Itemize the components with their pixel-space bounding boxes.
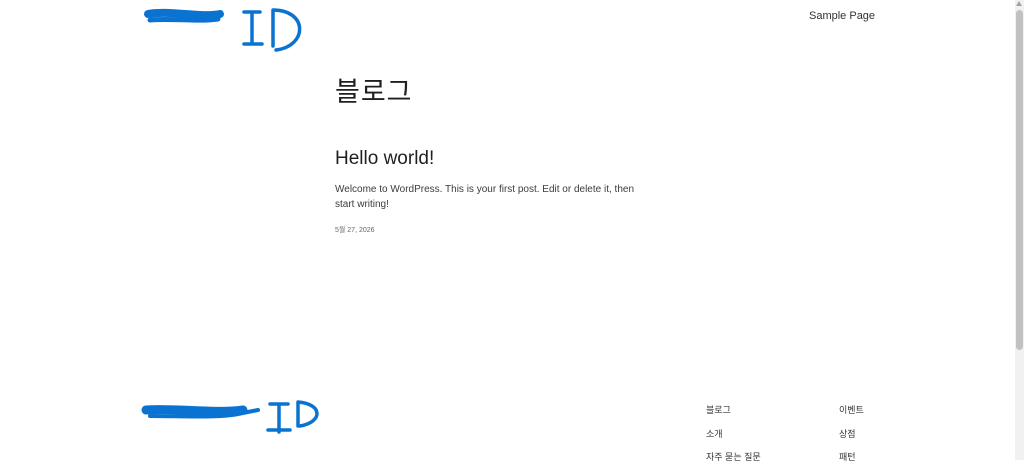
footer-link-patterns[interactable]: 패턴 xyxy=(839,450,856,463)
footer-link-about[interactable]: 소개 xyxy=(706,427,723,440)
site-logo[interactable] xyxy=(140,4,310,56)
vertical-scrollbar[interactable] xyxy=(1015,0,1024,460)
post-excerpt: Welcome to WordPress. This is your first… xyxy=(335,184,635,210)
footer-link-blog[interactable]: 블로그 xyxy=(706,403,731,416)
footer-logo[interactable] xyxy=(138,396,323,441)
page-title: 블로그 xyxy=(335,77,413,107)
post-date[interactable]: 5월 27, 2026 xyxy=(335,225,635,235)
post-title-link[interactable]: Hello world! xyxy=(335,148,635,170)
scrollbar-thumb[interactable] xyxy=(1016,10,1023,350)
site-logo-scribble xyxy=(144,8,302,52)
footer-link-events[interactable]: 이벤트 xyxy=(839,403,864,416)
footer-link-shop[interactable]: 상점 xyxy=(839,427,856,440)
post-item: Hello world! Welcome to WordPress. This … xyxy=(335,148,635,235)
footer-logo-scribble xyxy=(141,400,319,434)
footer-link-faq[interactable]: 자주 묻는 질문 xyxy=(706,450,761,463)
nav-link-sample-page[interactable]: Sample Page xyxy=(809,10,875,22)
chevron-up-icon[interactable] xyxy=(1016,1,1022,6)
